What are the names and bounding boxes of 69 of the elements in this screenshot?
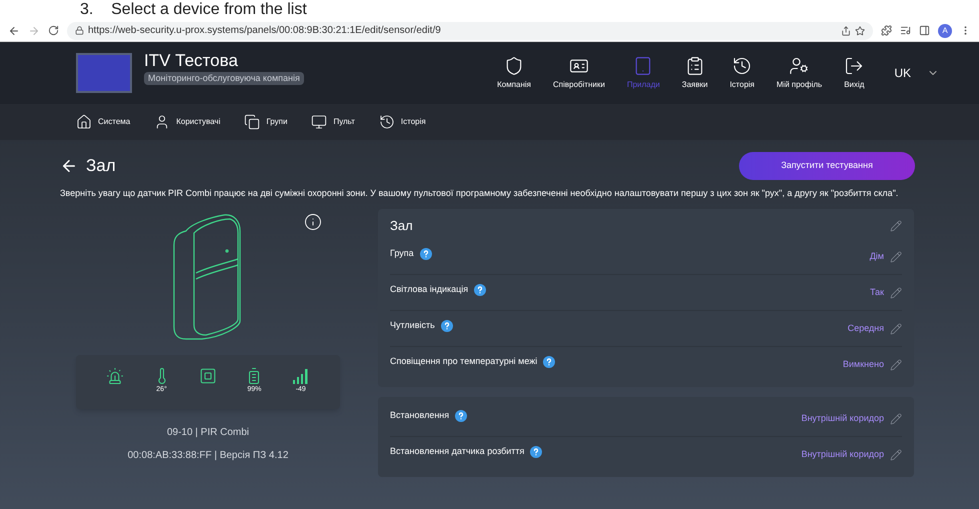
help-icon[interactable]	[455, 410, 468, 422]
caption: 3. Select a device from the list	[80, 1, 307, 19]
setting-value[interactable]: Внутрішній коридор	[801, 412, 884, 426]
nav-tab[interactable]: Компанія	[497, 56, 532, 90]
siren-icon	[106, 367, 124, 385]
subnav-link[interactable]: Користувачі	[154, 114, 220, 130]
help-icon[interactable]	[543, 356, 556, 368]
history-icon	[378, 114, 395, 130]
subnav-link[interactable]: Система	[76, 114, 130, 130]
edit-icon[interactable]	[890, 286, 902, 298]
history-icon	[732, 56, 752, 76]
logout-icon	[844, 56, 864, 76]
side-panel-icon[interactable]	[919, 25, 930, 36]
subnav-link[interactable]: Пульт	[311, 114, 355, 130]
signal-icon	[292, 367, 310, 385]
lock-icon	[75, 26, 84, 35]
edit-icon[interactable]	[890, 449, 902, 461]
copy-icon	[244, 114, 260, 130]
help-icon[interactable]	[440, 320, 453, 332]
setting-label: Чутливість	[390, 318, 435, 332]
setting-label: Світлова індикація	[390, 282, 468, 296]
extensions-icon[interactable]	[881, 25, 892, 36]
url-text: https://web-security.u-prox.systems/panels/00:08:9B:30:21:1E/edit/sensor/edit/9	[88, 24, 441, 38]
nav-tab[interactable]: Історія	[730, 56, 755, 90]
help-icon[interactable]	[474, 284, 486, 296]
card-title: Зал	[390, 217, 413, 236]
address-bar[interactable]: https://web-security.u-prox.systems/panels/00:08:9B:30:21:1E/edit/sensor/edit/9	[67, 22, 873, 40]
reload-icon[interactable]	[48, 25, 59, 36]
edit-icon[interactable]	[890, 322, 902, 334]
setting-value[interactable]: Дім	[870, 250, 884, 264]
company-type-badge: Моніторинго-обслуговуюча компанія	[144, 72, 304, 86]
edit-icon[interactable]	[890, 359, 902, 371]
edit-icon[interactable]	[890, 220, 902, 232]
edit-icon[interactable]	[890, 250, 902, 262]
setting-value[interactable]: Вимкнено	[842, 358, 884, 372]
help-icon[interactable]	[530, 446, 542, 458]
media-icon[interactable]	[900, 25, 911, 36]
nav-tab[interactable]: Співробітники	[553, 56, 605, 90]
notice-text: Зверніть увагу що датчик PIR Combi працює на дві суміжні охоронні зони. У вашому пультової програмному забезпеченні необхідно налаштовувати першу з цих зон як "рух", а другу як "розбиття скла".	[60, 187, 900, 200]
nav-tab[interactable]: Вихід	[844, 56, 864, 90]
language-select[interactable]: UK	[894, 64, 939, 82]
help-icon[interactable]	[420, 248, 432, 260]
setting-value[interactable]: Так	[870, 286, 884, 300]
subnav-link[interactable]: Групи	[244, 114, 288, 130]
nav-tab[interactable]: Заявки	[682, 56, 708, 90]
subnav-link[interactable]: Історія	[378, 114, 426, 130]
setting-label: Встановлення датчика розбиття	[390, 445, 524, 458]
share-icon[interactable]	[841, 26, 851, 36]
nav-tab[interactable]: Мій профіль	[776, 56, 822, 90]
bookmark-icon[interactable]	[855, 26, 865, 36]
setting-value[interactable]: Середня	[848, 322, 884, 336]
company-logo-placeholder	[76, 53, 132, 93]
back-icon[interactable]	[8, 24, 20, 36]
device-mac-version: 00:08:AB:33:88:FF | Версія ПЗ 4.12	[128, 449, 288, 463]
device-name: 09-10 | PIR Combi	[166, 426, 250, 440]
info-icon[interactable]	[304, 213, 322, 231]
setting-label: Група	[390, 246, 414, 260]
page-title: Зал	[86, 155, 116, 178]
user-gear-icon	[789, 56, 810, 76]
setting-label: Встановлення	[390, 408, 450, 422]
edit-icon[interactable]	[890, 412, 902, 424]
setting-label: Сповіщення про температурні межі	[390, 355, 538, 368]
profile-avatar[interactable]: A	[938, 24, 952, 38]
home-icon	[76, 114, 92, 130]
tamper-icon	[198, 367, 217, 385]
company-name: ITV Тестова	[144, 50, 238, 70]
start-test-button[interactable]: Запустити тестування	[739, 152, 915, 180]
monitor-icon	[311, 114, 328, 130]
setting-value[interactable]: Внутрішній коридор	[801, 448, 884, 462]
